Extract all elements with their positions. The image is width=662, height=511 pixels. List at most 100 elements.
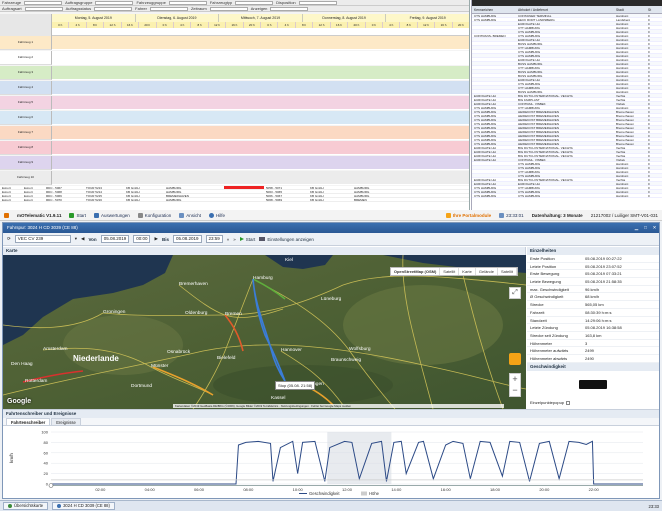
list-cell: CTT HAMBURG xyxy=(518,86,540,89)
street-view-pegman-icon[interactable] xyxy=(509,353,521,365)
board-filter-select[interactable] xyxy=(24,6,63,11)
map-canvas[interactable]: Hamburg Bremen Bremerhaven Oldenburg Lünebur… xyxy=(3,255,526,409)
list-cell: EUROGATE HH xyxy=(474,98,496,101)
zoom-in-button[interactable]: + xyxy=(510,374,520,385)
y-tick-label: 40 xyxy=(44,461,49,466)
list-cell xyxy=(472,74,516,77)
gantt-lanes: Fahrzeug 1 Fahrzeug 2 Fahrzeug 3 Fahrzeug 4… xyxy=(0,36,469,186)
step-back-icon[interactable]: « xyxy=(227,237,230,242)
board-filter-select[interactable] xyxy=(94,6,133,11)
vehicle-select[interactable]: VEC CV 239 xyxy=(14,235,71,243)
list-cell xyxy=(472,66,516,69)
tab-fahrtenschreiber[interactable]: Fahrtenschreiber xyxy=(6,418,51,425)
detail-row: Höhenmeter abwärts 2490 xyxy=(527,355,659,363)
detail-row: Erste Bewegung 05.08.2019 07:33:21 xyxy=(527,270,659,279)
task-overview[interactable]: Übersichtskarte xyxy=(3,502,49,510)
board-filter-select[interactable] xyxy=(95,0,134,5)
refresh-icon[interactable]: ⟳ xyxy=(7,236,11,242)
step-forward-icon[interactable]: » xyxy=(233,237,236,242)
start-button[interactable]: Start xyxy=(239,236,256,242)
lane-vehicle-label[interactable]: Fahrzeug 4 xyxy=(0,81,52,95)
maximize-icon[interactable]: □ xyxy=(641,223,650,233)
table-row[interactable]: Export Export RDC - 5070 TOUR 5216 KB GmbH HA… xyxy=(0,198,469,202)
list-cell: HEIDEKOST BREMERHAVEN xyxy=(518,114,560,117)
time-slider-handle[interactable] xyxy=(48,483,54,488)
list-item[interactable]: CTS HAMBURG CTS HAMBURG Hamburg 0 xyxy=(472,194,662,198)
next-icon[interactable]: ▶ xyxy=(154,236,157,242)
lane-vehicle-label[interactable]: Fahrzeug 3 xyxy=(0,66,52,80)
list-cell: 0 xyxy=(648,34,650,38)
board-filter-select[interactable] xyxy=(235,0,274,5)
lane-vehicle-label[interactable]: Fahrzeug 6 xyxy=(0,111,52,125)
to-time-field[interactable]: 23:59 xyxy=(205,235,223,243)
menu-hilfe-label: Hilfe xyxy=(216,212,226,218)
list-cell: Bremerhaven xyxy=(616,126,635,129)
lane-vehicle-label[interactable]: Fahrzeug 5 xyxy=(0,96,52,110)
menu-auswertungen[interactable]: Auswertungen xyxy=(93,212,130,218)
board-filter-select[interactable] xyxy=(168,0,207,5)
lane-vehicle-label[interactable]: Fahrzeug 1 xyxy=(0,36,52,50)
board-toolbar: Fahrzeuge Auftragsgruppe Fahrzeuggruppe Fah… xyxy=(0,0,469,12)
map-type-satellite[interactable]: Satellit xyxy=(440,268,460,275)
city-label: Osnabrück xyxy=(167,349,191,355)
menu-konfiguration[interactable]: Konfiguration xyxy=(137,212,171,218)
lane-vehicle-label[interactable]: Fahrzeug 7 xyxy=(0,126,52,140)
lane-vehicle-label[interactable]: Fahrzeug 2 xyxy=(0,51,52,65)
session-info: Datenhaltung: 3 Monate xyxy=(531,212,583,218)
order-col-2[interactable]: Abholort / Anlieferort xyxy=(516,6,614,13)
detail-value: 05.08.2019 07:33:21 xyxy=(585,271,622,277)
table-cell: 5068 - 5069 xyxy=(266,198,283,201)
board-filter-select[interactable] xyxy=(149,6,188,11)
list-cell: 0 xyxy=(648,90,650,94)
menu-hilfe[interactable]: Hilfe xyxy=(209,212,226,218)
to-date-field[interactable]: 05.08.2019 xyxy=(172,235,202,243)
order-list-header: Kennzeichen Abholort / Anlieferort Stadt… xyxy=(472,6,662,14)
fullscreen-icon[interactable]: ⤢ xyxy=(509,287,521,299)
y-tick-label: 100 xyxy=(41,430,48,435)
list-cell: Hamburg xyxy=(616,106,629,109)
track-icon xyxy=(57,504,62,508)
map-type-map[interactable]: Karte xyxy=(459,268,476,275)
close-icon[interactable]: ✕ xyxy=(650,223,659,233)
map[interactable]: Hamburg Bremen Bremerhaven Oldenburg Lünebur… xyxy=(3,255,526,409)
minimize-icon[interactable]: ▁ xyxy=(632,223,641,233)
board-filter-label: Zeitraum xyxy=(190,6,207,11)
settings-toggle-button[interactable]: Einstellungen anzeigen xyxy=(259,237,314,242)
task-track[interactable]: 3024 H CD 3039 (CE 88) xyxy=(52,502,115,510)
map-type-terrain[interactable]: Gelände xyxy=(476,268,498,275)
tab-ereignisse[interactable]: Ereignisse xyxy=(51,418,81,425)
menu-start[interactable]: Start xyxy=(69,212,86,218)
prev-icon[interactable]: ◀ xyxy=(81,236,84,242)
table-cell: RDC - 5069 xyxy=(46,194,62,197)
lane-vehicle-label[interactable]: Fahrzeug 10 xyxy=(0,171,52,185)
popup-option[interactable]: Einzelpunktepopup xyxy=(527,399,659,407)
lane-vehicle-label[interactable]: Fahrzeug 9 xyxy=(0,156,52,170)
board-filter-label: Anzeigen xyxy=(250,6,268,11)
board-filter-select[interactable] xyxy=(209,6,248,11)
board-filter-select[interactable] xyxy=(298,0,337,5)
from-time-field[interactable]: 00:00 xyxy=(133,235,151,243)
lane-vehicle-label[interactable]: Fahrzeug 8 xyxy=(0,141,52,155)
popup-checkbox[interactable] xyxy=(566,400,571,405)
order-col-4[interactable]: St xyxy=(646,6,658,13)
list-cell: CTS HAMBURG xyxy=(474,122,497,125)
gantt-lane: Fahrzeug 2 xyxy=(0,51,469,65)
from-date-field[interactable]: 05.08.2019 xyxy=(100,235,130,243)
list-cell: 0 xyxy=(648,178,650,182)
start-button-label: Start xyxy=(245,236,256,242)
order-col-3[interactable]: Stadt xyxy=(614,6,646,13)
menu-ansicht[interactable]: Ansicht xyxy=(179,212,201,218)
portal-modules-button[interactable]: Ihre Portalmodule xyxy=(445,212,491,218)
zoom-out-button[interactable]: − xyxy=(510,385,520,396)
board-filter-select[interactable] xyxy=(270,6,309,11)
list-cell: 0 xyxy=(648,50,650,54)
list-cell: CTS HAMBURG xyxy=(474,14,497,17)
map-type-osm[interactable]: OpenStreetMap (OSM) xyxy=(391,268,441,275)
board-filter-select[interactable] xyxy=(24,0,63,5)
order-col-1[interactable]: Kennzeichen xyxy=(472,6,516,13)
list-cell: 0 xyxy=(648,122,650,126)
map-type-satellite-2[interactable]: Satellit xyxy=(498,268,517,275)
list-cell: BUSS HAMBURG xyxy=(518,70,543,73)
chevron-down-icon[interactable]: ▾ xyxy=(75,236,77,242)
x-tick-label: 20:00 xyxy=(539,487,550,492)
